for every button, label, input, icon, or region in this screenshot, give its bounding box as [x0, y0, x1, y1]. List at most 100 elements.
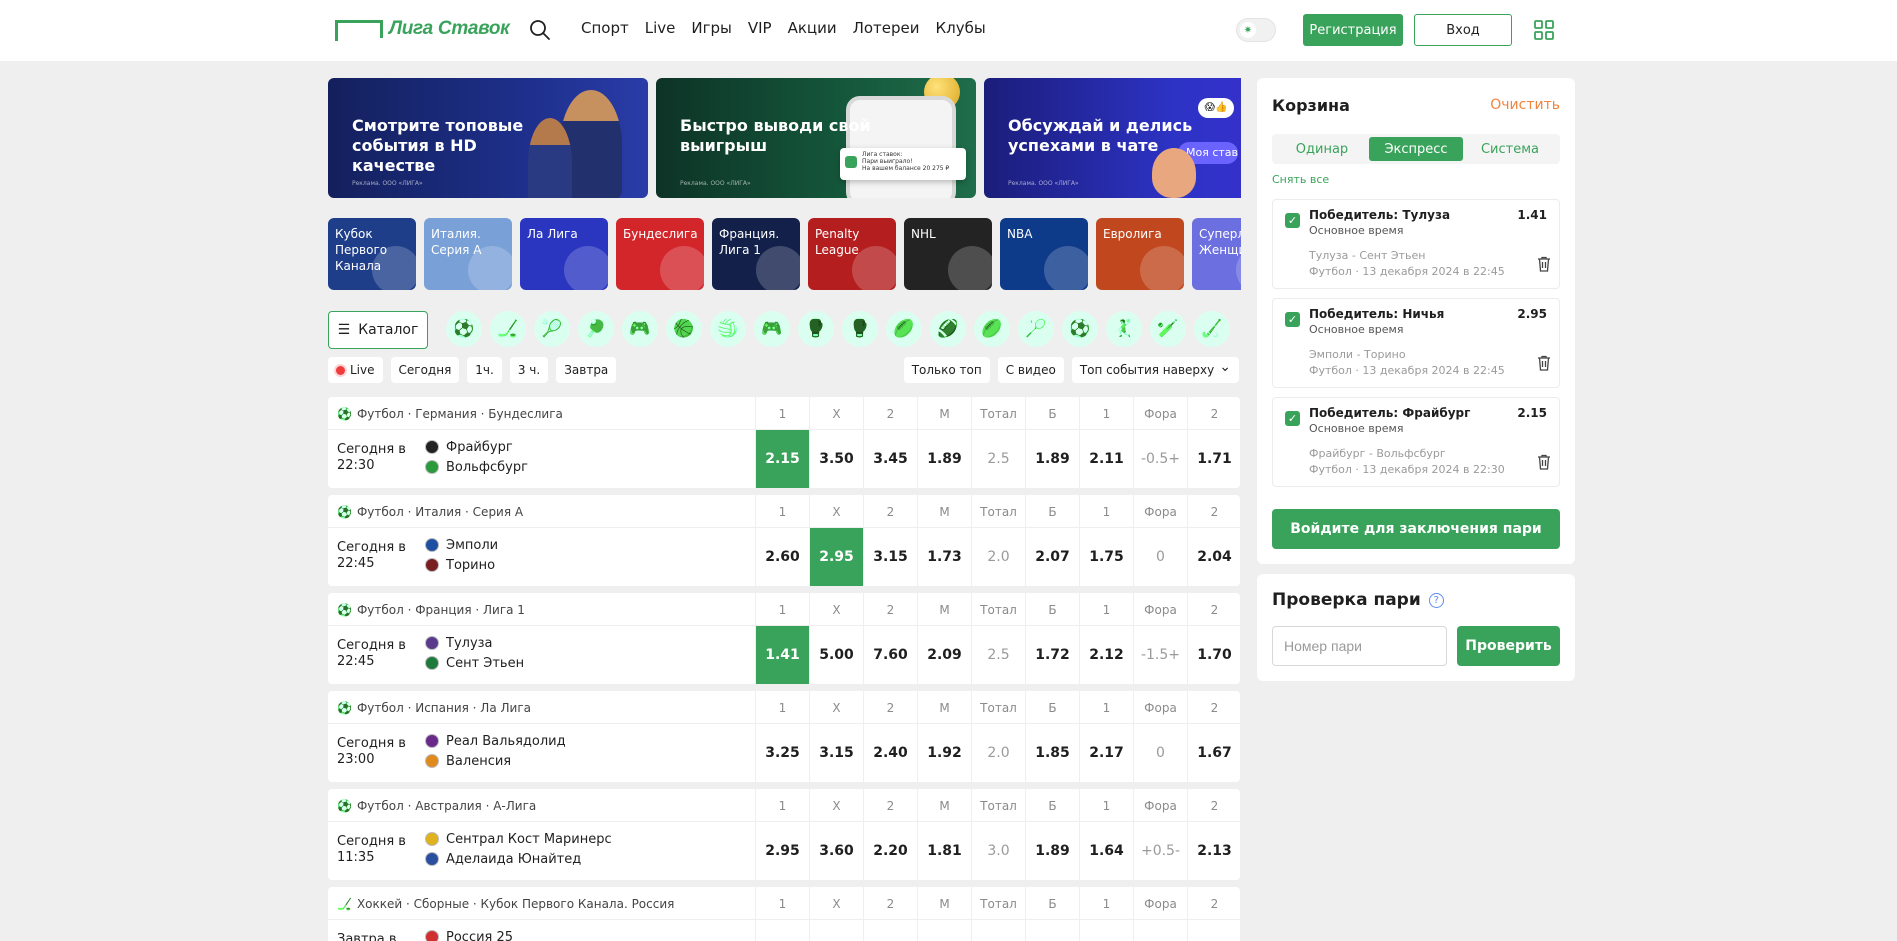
odd-button[interactable]: 1.89 [917, 430, 971, 488]
banner-withdraw[interactable]: Лига ставок: Пари выиграло! На вашем бал… [656, 78, 976, 198]
odd-button[interactable]: 3.45 [863, 430, 917, 488]
betslip-tab[interactable]: Система [1463, 137, 1557, 161]
odd-button[interactable] [863, 920, 917, 941]
odd-button[interactable]: 1.70 [1187, 626, 1240, 684]
betslip-tab[interactable]: Экспресс [1369, 137, 1463, 161]
odd-button[interactable]: 1.73 [917, 528, 971, 586]
gamepad-icon[interactable]: 🎮 [754, 311, 790, 347]
odd-button[interactable] [1187, 920, 1240, 941]
aussie-rules-icon[interactable]: 🏉 [974, 311, 1010, 347]
event-teams[interactable]: Фрайбург Вольфсбург [425, 437, 528, 477]
clear-button[interactable]: Очистить [1490, 97, 1560, 113]
odd-button[interactable]: 3.60 [809, 822, 863, 880]
tennis-icon[interactable]: 🎾 [534, 311, 570, 347]
checkbox[interactable]: ✓ [1285, 411, 1300, 426]
event-league[interactable]: ⚽ Футбол · Франция · Лига 1 [337, 593, 525, 626]
league-card[interactable]: NHL [904, 218, 992, 290]
event-teams[interactable]: Россия 25 [425, 927, 513, 941]
odd-button[interactable]: 1.89 [1025, 822, 1079, 880]
trash-icon[interactable] [1537, 355, 1551, 371]
mma-icon[interactable]: 🥊 [798, 311, 834, 347]
nav-link-4[interactable]: VIP [748, 19, 772, 37]
time-filter-chip[interactable]: 3 ч. [509, 357, 549, 383]
league-card[interactable]: Penalty League [808, 218, 896, 290]
odd-button[interactable]: 1.81 [917, 822, 971, 880]
odd-button[interactable] [809, 920, 863, 941]
event-league[interactable]: ⚽ Футбол · Италия · Серия А [337, 495, 523, 528]
nav-link-2[interactable]: Live [645, 19, 676, 37]
hockey-stick-icon[interactable]: 🏑 [1194, 311, 1230, 347]
event-teams[interactable]: Сентрал Кост Маринерс Аделаида Юнайтед [425, 829, 612, 869]
unselect-all-link[interactable]: Снять все [1272, 173, 1329, 186]
check-bet-button[interactable]: Проверить [1457, 626, 1560, 666]
odd-button[interactable]: 1.89 [1025, 430, 1079, 488]
register-button[interactable]: Регистрация [1303, 14, 1403, 46]
odd-button[interactable]: 1.67 [1187, 724, 1240, 782]
cricket-icon[interactable]: 🏏 [1150, 311, 1186, 347]
futsal-icon[interactable]: ⚽ [1062, 311, 1098, 347]
odd-button[interactable]: 1.71 [1187, 430, 1240, 488]
football-icon[interactable]: ⚽ [446, 311, 482, 347]
boxing-icon[interactable]: 🥊 [842, 311, 878, 347]
league-card[interactable]: Италия. Серия А [424, 218, 512, 290]
event-teams[interactable]: Тулуза Сент Этьен [425, 633, 524, 673]
league-card[interactable]: Кубок Первого Канала [328, 218, 416, 290]
table-tennis-icon[interactable]: 🏓 [578, 311, 614, 347]
odd-button[interactable]: 2.13 [1187, 822, 1240, 880]
odd-button[interactable]: 2.60 [755, 528, 809, 586]
bet-number-input[interactable] [1272, 626, 1447, 666]
league-card[interactable]: NBA [1000, 218, 1088, 290]
trash-icon[interactable] [1537, 256, 1551, 272]
odd-button[interactable] [1079, 920, 1133, 941]
odd-button[interactable]: 1.72 [1025, 626, 1079, 684]
odd-button[interactable]: 2.20 [863, 822, 917, 880]
odd-button[interactable]: 2.07 [1025, 528, 1079, 586]
odd-button[interactable]: 1.85 [1025, 724, 1079, 782]
odd-button[interactable]: 3.25 [755, 724, 809, 782]
odd-button[interactable]: 1.64 [1079, 822, 1133, 880]
event-league[interactable]: 🏒 Хоккей · Сборные · Кубок Первого Канала… [337, 887, 674, 920]
league-card[interactable]: Франция. Лига 1 [712, 218, 800, 290]
live-filter[interactable]: Live [328, 357, 383, 383]
odd-button[interactable] [755, 920, 809, 941]
odd-button[interactable]: 2.40 [863, 724, 917, 782]
checkbox[interactable]: ✓ [1285, 312, 1300, 327]
event-teams[interactable]: Реал Вальядолид Валенсия [425, 731, 566, 771]
event-league[interactable]: ⚽ Футбол · Австралия · А-Лига [337, 789, 536, 822]
nav-link-6[interactable]: Лотереи [853, 19, 920, 37]
rugby-icon[interactable]: 🏉 [886, 311, 922, 347]
volleyball-icon[interactable]: 🏐 [710, 311, 746, 347]
view-filter-chip[interactable]: С видео [997, 357, 1064, 383]
odd-button[interactable]: 3.15 [809, 724, 863, 782]
odd-button[interactable] [1025, 920, 1079, 941]
event-league[interactable]: ⚽ Футбол · Германия · Бундеслига [337, 397, 563, 430]
odd-button[interactable]: 1.41 [755, 626, 809, 684]
odd-button[interactable]: 1.75 [1079, 528, 1133, 586]
banner-chat[interactable]: 😱👍 Моя ставка Обсуждай и делись успехами… [984, 78, 1241, 198]
basketball-icon[interactable]: 🏀 [666, 311, 702, 347]
login-to-bet-button[interactable]: Войдите для заключения пари [1272, 509, 1560, 549]
event-teams[interactable]: Эмполи Торино [425, 535, 498, 575]
odd-button[interactable]: 7.60 [863, 626, 917, 684]
nav-link-7[interactable]: Клубы [936, 19, 986, 37]
apps-grid-icon[interactable] [1533, 19, 1555, 41]
time-filter-chip[interactable]: 1ч. [467, 357, 502, 383]
odd-button[interactable]: 1.92 [917, 724, 971, 782]
esports-icon[interactable]: 🎮 [622, 311, 658, 347]
league-card[interactable]: Бундеслига [616, 218, 704, 290]
league-card[interactable]: Ла Лига [520, 218, 608, 290]
badminton-icon[interactable]: 🏸 [1018, 311, 1054, 347]
odd-button[interactable]: 2.95 [755, 822, 809, 880]
odd-button[interactable]: 2.15 [755, 430, 809, 488]
odd-button[interactable]: 5.00 [809, 626, 863, 684]
league-card[interactable]: Суперлига. Женщины [1192, 218, 1241, 290]
american-football-icon[interactable]: 🏈 [930, 311, 966, 347]
odd-button[interactable]: 2.12 [1079, 626, 1133, 684]
trash-icon[interactable] [1537, 454, 1551, 470]
league-card[interactable]: Евролига [1096, 218, 1184, 290]
odd-button[interactable]: 3.50 [809, 430, 863, 488]
handball-icon[interactable]: 🤾 [1106, 311, 1142, 347]
nav-link-5[interactable]: Акции [788, 19, 837, 37]
view-filter-chip[interactable]: Топ события наверху ⌄ [1071, 357, 1239, 383]
checkbox[interactable]: ✓ [1285, 213, 1300, 228]
